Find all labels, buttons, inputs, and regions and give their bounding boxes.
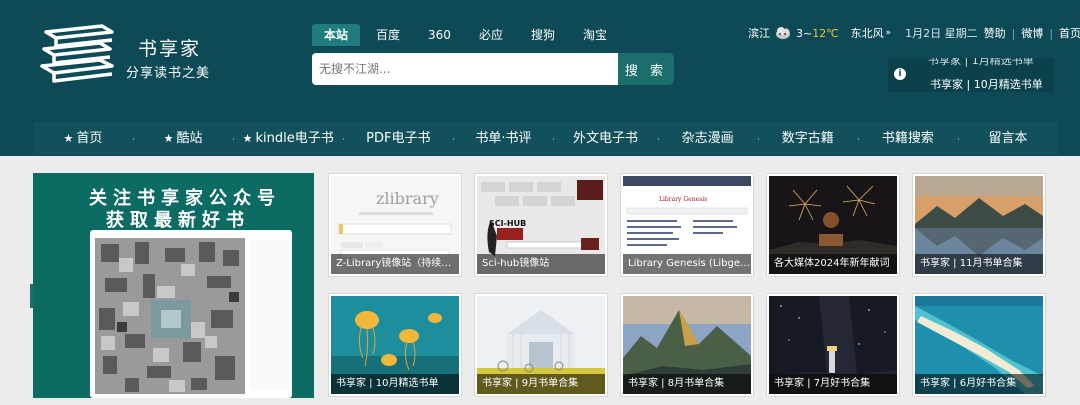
- nav-item-home[interactable]: ★ 首页: [33, 122, 133, 155]
- card-thumbnail: 书享家 | 8月书单合集: [623, 296, 751, 394]
- featured-card[interactable]: 书享家 | 11月书单合集: [912, 173, 1046, 277]
- wechat-promo-banner[interactable]: 关注书享家公众号 获取最新好书: [33, 173, 314, 398]
- featured-card[interactable]: 书享家 | 9月书单合集: [474, 293, 608, 397]
- card-thumbnail: 书享家 | 9月书单合集: [477, 296, 605, 394]
- card-caption: 书享家 | 11月书单合集: [915, 254, 1043, 274]
- card-caption: 书享家 | 10月精选书单: [331, 374, 459, 394]
- search-tab-taobao[interactable]: 淘宝: [571, 24, 619, 46]
- featured-card[interactable]: Library Genesis Library Genesis (Libgen)…: [620, 173, 754, 277]
- qr-code-margin: [250, 240, 292, 390]
- card-caption: 书享家 | 6月好书合集: [915, 374, 1043, 394]
- featured-card[interactable]: 各大媒体2024年新年献词: [766, 173, 900, 277]
- search-tab-baidu[interactable]: 百度: [364, 24, 412, 46]
- nav-item-booklists[interactable]: 书单·书评: [453, 122, 553, 155]
- card-thumbnail: 书享家 | 10月精选书单: [331, 296, 459, 394]
- qr-code-image: [95, 238, 245, 394]
- featured-card[interactable]: zlibrary Z-Library镜像站（持续更新）: [328, 173, 462, 277]
- card-caption: 各大媒体2024年新年献词: [769, 254, 897, 274]
- weather-temp-low: 3~: [796, 26, 813, 40]
- nav-item-magazines[interactable]: 杂志漫画: [658, 122, 758, 155]
- weather-city: 滨江: [748, 27, 770, 40]
- card-thumbnail: 书享家 | 6月好书合集: [915, 296, 1043, 394]
- site-slogan: 分享读书之美: [126, 66, 211, 81]
- featured-grid: zlibrary Z-Library镜像站（持续更新） SCI-HUB Sci-…: [328, 173, 1046, 398]
- search-tab-360[interactable]: 360: [416, 24, 463, 46]
- current-date: 1月2日 星期二: [905, 27, 978, 40]
- main-nav: ★ 首页 ★ 酷站 ★ kindle电子书 PDF电子书 书单·书评 外文电子书 杂志…: [33, 122, 1058, 155]
- scihub-logo: SCI-HUB: [489, 219, 526, 228]
- star-icon: ★: [242, 132, 253, 145]
- card-caption: 书享家 | 8月书单合集: [623, 374, 751, 394]
- search-tab-bing[interactable]: 必应: [467, 24, 515, 46]
- site-title: 书享家: [138, 38, 202, 60]
- featured-card[interactable]: 书享家 | 8月书单合集: [620, 293, 754, 397]
- zlibrary-logo: zlibrary: [376, 189, 439, 208]
- card-caption: Z-Library镜像站（持续更新）: [331, 254, 459, 274]
- nav-item-cool-sites[interactable]: ★ 酷站: [133, 122, 233, 155]
- featured-card[interactable]: 书享家 | 6月好书合集: [912, 293, 1046, 397]
- divider: |: [1011, 26, 1016, 40]
- nav-item-ancient-books[interactable]: 数字古籍: [758, 122, 858, 155]
- weather-temp-high: 12℃: [812, 26, 839, 40]
- card-caption: 书享家 | 9月书单合集: [477, 374, 605, 394]
- card-caption: 书享家 | 7月好书合集: [769, 374, 897, 394]
- info-icon: i: [894, 68, 906, 80]
- qr-code-card: [90, 230, 292, 398]
- cloud-icon: [776, 27, 790, 39]
- star-icon: ★: [163, 132, 174, 145]
- star-icon: ★: [63, 132, 74, 145]
- notice-item[interactable]: 书享家 | 10月精选书单: [930, 76, 1043, 92]
- card-thumbnail: 各大媒体2024年新年献词: [769, 176, 897, 274]
- link-home[interactable]: 首页: [1059, 25, 1080, 41]
- card-caption: Sci-hub镜像站: [477, 254, 605, 274]
- search-tab-sogou[interactable]: 搜狗: [519, 24, 567, 46]
- card-thumbnail: 书享家 | 7月好书合集: [769, 296, 897, 394]
- card-thumbnail: SCI-HUB Sci-hub镜像站: [477, 176, 605, 274]
- promo-subline: 获取最新好书: [106, 210, 250, 231]
- nav-item-book-search[interactable]: 书籍搜索: [858, 122, 958, 155]
- featured-card[interactable]: SCI-HUB Sci-hub镜像站: [474, 173, 608, 277]
- weather-wind: 东北风: [850, 27, 884, 40]
- divider: |: [1049, 26, 1054, 40]
- featured-card[interactable]: 书享家 | 7月好书合集: [766, 293, 900, 397]
- search-tab-site[interactable]: 本站: [312, 24, 361, 46]
- card-thumbnail: zlibrary Z-Library镜像站（持续更新）: [331, 176, 459, 274]
- nav-item-guestbook[interactable]: 留言本: [958, 122, 1058, 155]
- nav-item-pdf[interactable]: PDF电子书: [343, 122, 453, 155]
- top-info-bar: 滨江 3~ 12℃ 东北风 » 1月2日 星期二 赞助 | 微博 | 首页: [748, 24, 1080, 42]
- nav-item-foreign-books[interactable]: 外文电子书: [554, 122, 658, 155]
- link-sponsor[interactable]: 赞助: [984, 25, 1006, 41]
- card-thumbnail: Library Genesis Library Genesis (Libgen)…: [623, 176, 751, 274]
- featured-card[interactable]: 书享家 | 10月精选书单: [328, 293, 462, 397]
- link-weibo[interactable]: 微博: [1021, 25, 1043, 41]
- search-engine-tabs: 本站 百度 360 必应 搜狗 淘宝: [312, 24, 623, 46]
- site-header: 书享家 分享读书之美 本站 百度 360 必应 搜狗 淘宝 搜 索 滨江 3~ …: [0, 0, 1080, 156]
- card-thumbnail: 书享家 | 11月书单合集: [915, 176, 1043, 274]
- card-caption: Library Genesis (Libgen)镜像站: [623, 254, 751, 274]
- search-box: 搜 索: [312, 53, 674, 85]
- nav-item-kindle[interactable]: ★ kindle电子书: [233, 122, 343, 155]
- notice-item-partial[interactable]: 书享家 | 1月精选书单: [928, 58, 1034, 68]
- chevron-right-icon[interactable]: »: [886, 28, 892, 38]
- libgen-logo: Library Genesis: [659, 196, 707, 203]
- notice-ticker[interactable]: i 书享家 | 1月精选书单 书享家 | 10月精选书单: [888, 58, 1054, 92]
- search-input[interactable]: [312, 53, 618, 85]
- books-logo-icon: [40, 24, 114, 83]
- search-button[interactable]: 搜 索: [618, 53, 674, 85]
- site-logo[interactable]: 书享家 分享读书之美: [38, 22, 228, 88]
